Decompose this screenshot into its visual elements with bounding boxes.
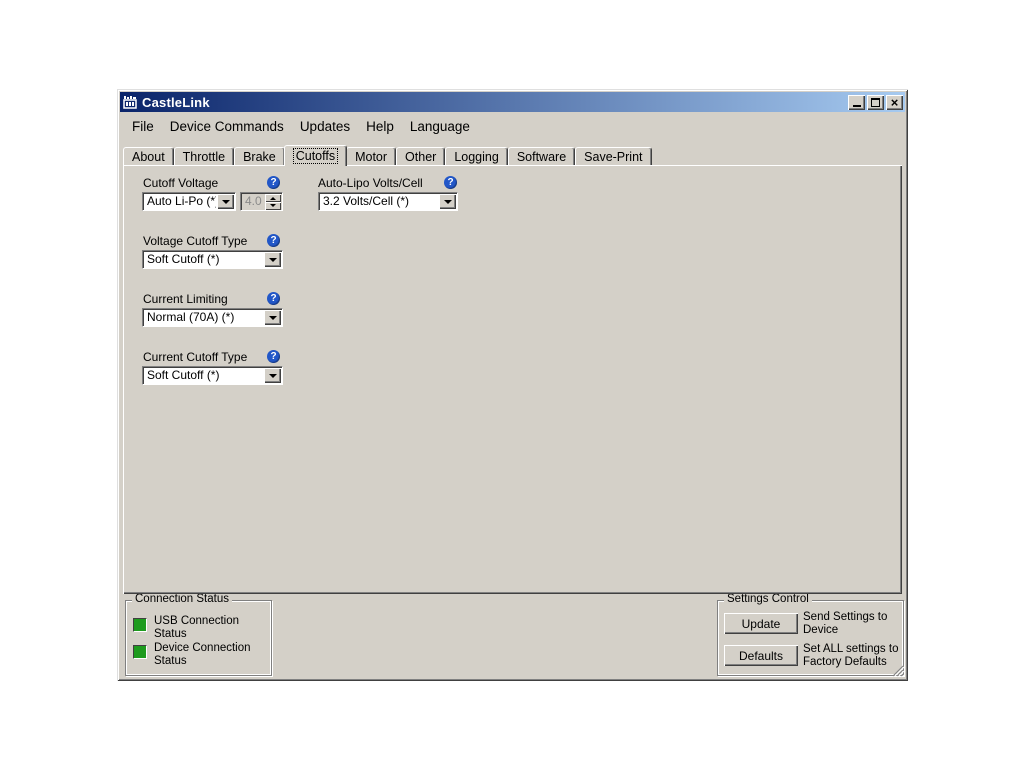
cutoff-voltage-label: Cutoff Voltage	[143, 176, 219, 190]
spinner-up-icon[interactable]	[265, 194, 281, 202]
current-limiting-help-icon[interactable]: ?	[267, 292, 280, 305]
defaults-button[interactable]: Defaults	[724, 645, 798, 666]
castlelink-app-icon	[123, 96, 137, 109]
current-limiting-dropdown[interactable]: Normal (70A) (*)	[142, 308, 283, 327]
chevron-down-icon[interactable]	[264, 252, 281, 267]
settings-control-group: Settings Control Update Send Settings to…	[717, 593, 904, 676]
tab-software[interactable]: Software	[507, 147, 576, 165]
cutoff-voltage-help-icon[interactable]: ?	[267, 176, 280, 189]
device-connection-status-label: Device Connection Status	[154, 642, 251, 667]
settings-control-group-label: Settings Control	[724, 593, 812, 605]
maximize-icon	[871, 97, 880, 107]
castlelink-window: CastleLink × File Device Commands Update…	[117, 89, 908, 681]
cutoffs-tab-page: Cutoff Voltage ? Auto Li-Po (*) 4.0 Auto…	[123, 165, 902, 594]
chevron-down-icon[interactable]	[264, 310, 281, 325]
tab-strip: About Throttle Brake Cutoffs Motor Other…	[123, 144, 652, 166]
auto-lipo-dropdown[interactable]: 3.2 Volts/Cell (*)	[318, 192, 458, 211]
voltage-cutoff-type-label: Voltage Cutoff Type	[143, 234, 248, 248]
current-limiting-label: Current Limiting	[143, 292, 228, 306]
auto-lipo-help-icon[interactable]: ?	[444, 176, 457, 189]
minimize-button[interactable]	[848, 94, 865, 110]
update-button[interactable]: Update	[724, 613, 798, 634]
menu-updates[interactable]: Updates	[292, 116, 358, 137]
title-bar[interactable]: CastleLink ×	[120, 92, 905, 112]
usb-connection-status-led	[133, 618, 147, 632]
connection-status-group-label: Connection Status	[132, 593, 232, 605]
tab-save-print[interactable]: Save-Print	[575, 147, 652, 165]
resize-grip-icon[interactable]	[892, 665, 904, 677]
tab-cutoffs[interactable]: Cutoffs	[283, 145, 348, 166]
spinner-down-icon[interactable]	[265, 202, 281, 210]
chevron-down-icon[interactable]	[217, 194, 234, 209]
tab-about[interactable]: About	[123, 147, 174, 165]
tab-motor[interactable]: Motor	[346, 147, 397, 165]
defaults-description: Set ALL settings to Factory Defaults	[803, 643, 899, 668]
current-cutoff-type-help-icon[interactable]: ?	[267, 350, 280, 363]
menu-language[interactable]: Language	[402, 116, 478, 137]
tab-other[interactable]: Other	[396, 147, 446, 165]
chevron-down-icon[interactable]	[439, 194, 456, 209]
menu-help[interactable]: Help	[358, 116, 402, 137]
window-title: CastleLink	[142, 94, 210, 110]
voltage-cutoff-type-help-icon[interactable]: ?	[267, 234, 280, 247]
menu-device-commands[interactable]: Device Commands	[162, 116, 292, 137]
menu-bar: File Device Commands Updates Help Langua…	[121, 113, 904, 139]
maximize-button[interactable]	[867, 94, 884, 110]
device-connection-status-led	[133, 645, 147, 659]
current-cutoff-type-dropdown[interactable]: Soft Cutoff (*)	[142, 366, 283, 385]
voltage-cutoff-type-dropdown[interactable]: Soft Cutoff (*)	[142, 250, 283, 269]
tab-throttle[interactable]: Throttle	[173, 147, 235, 165]
tab-brake[interactable]: Brake	[234, 147, 285, 165]
tab-logging[interactable]: Logging	[445, 147, 508, 165]
cutoff-voltage-spinner: 4.0	[240, 192, 283, 211]
update-description: Send Settings to Device	[803, 611, 888, 636]
menu-file[interactable]: File	[124, 116, 162, 137]
spinner-value: 4.0	[245, 194, 262, 208]
minimize-icon	[852, 104, 861, 107]
auto-lipo-label: Auto-Lipo Volts/Cell	[318, 176, 423, 190]
usb-connection-status-label: USB Connection Status	[154, 615, 240, 640]
close-icon: ×	[890, 94, 899, 110]
chevron-down-icon[interactable]	[264, 368, 281, 383]
cutoff-voltage-dropdown[interactable]: Auto Li-Po (*)	[142, 192, 236, 211]
close-button[interactable]: ×	[886, 94, 903, 110]
connection-status-group: Connection Status USB Connection Status …	[125, 593, 272, 676]
current-cutoff-type-label: Current Cutoff Type	[143, 350, 248, 364]
